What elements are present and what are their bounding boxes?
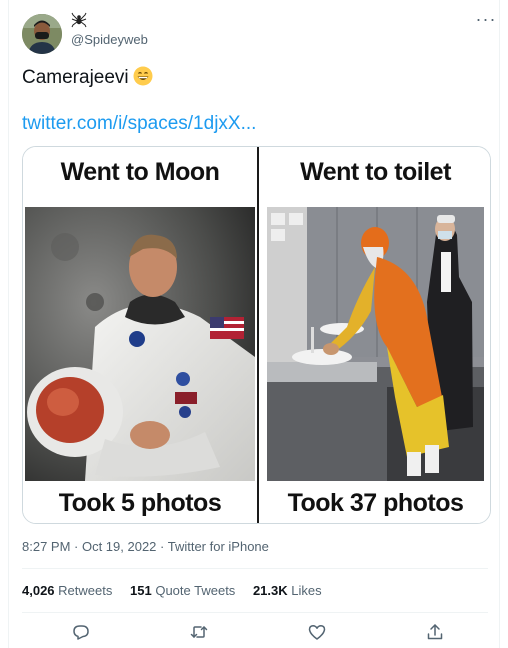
tweet-stats: 4,026 Retweets 151 Quote Tweets 21.3K Li… [22, 583, 336, 598]
likes-label: Likes [291, 583, 322, 598]
left-bottom-caption: Took 5 photos [58, 489, 222, 517]
tweet-card: @Spideyweb ··· Camerajeevi twitter.com/i… [8, 0, 500, 648]
right-top-caption: Went to toilet [300, 158, 451, 186]
spider-icon [71, 12, 87, 28]
quote-tweets-count: 151 [130, 583, 152, 598]
tweet-link[interactable]: twitter.com/i/spaces/1djxX... [22, 112, 256, 136]
grinning-face-emoji [133, 66, 153, 86]
avatar[interactable] [22, 14, 62, 54]
like-icon[interactable] [307, 622, 327, 642]
display-name[interactable] [71, 12, 87, 30]
likes-stat[interactable]: 21.3K Likes [253, 583, 322, 598]
share-icon[interactable] [425, 622, 445, 642]
tweet-media[interactable]: Went to Moon Took 5 photos Went to toile… [22, 146, 491, 524]
tweet-timestamp[interactable]: 8:27 PM · Oct 19, 2022 · Twitter for iPh… [22, 539, 269, 554]
quote-tweets-stat[interactable]: 151 Quote Tweets [130, 583, 235, 598]
more-options-icon[interactable]: ··· [475, 10, 497, 32]
likes-count: 21.3K [252, 583, 288, 598]
media-panel-right: Went to toilet Took 37 photos [259, 147, 490, 523]
right-bottom-caption: Took 37 photos [287, 489, 464, 517]
separator [22, 568, 488, 569]
retweet-icon[interactable] [189, 622, 209, 642]
media-panel-left: Went to Moon Took 5 photos [23, 147, 257, 523]
retweets-label: Retweets [58, 583, 113, 598]
astronaut-photo [25, 207, 255, 481]
quote-tweets-label: Quote Tweets [155, 583, 236, 598]
left-top-caption: Went to Moon [60, 158, 220, 186]
reply-icon[interactable] [71, 622, 91, 642]
retweets-stat[interactable]: 4,026 Retweets [22, 583, 112, 598]
user-handle[interactable]: @Spideyweb [71, 32, 148, 47]
tweet-text: Camerajeevi [22, 66, 153, 90]
separator [22, 612, 488, 613]
tweet-text-content: Camerajeevi [22, 67, 129, 88]
washroom-photo [267, 207, 484, 481]
retweets-count: 4,026 [22, 583, 55, 598]
